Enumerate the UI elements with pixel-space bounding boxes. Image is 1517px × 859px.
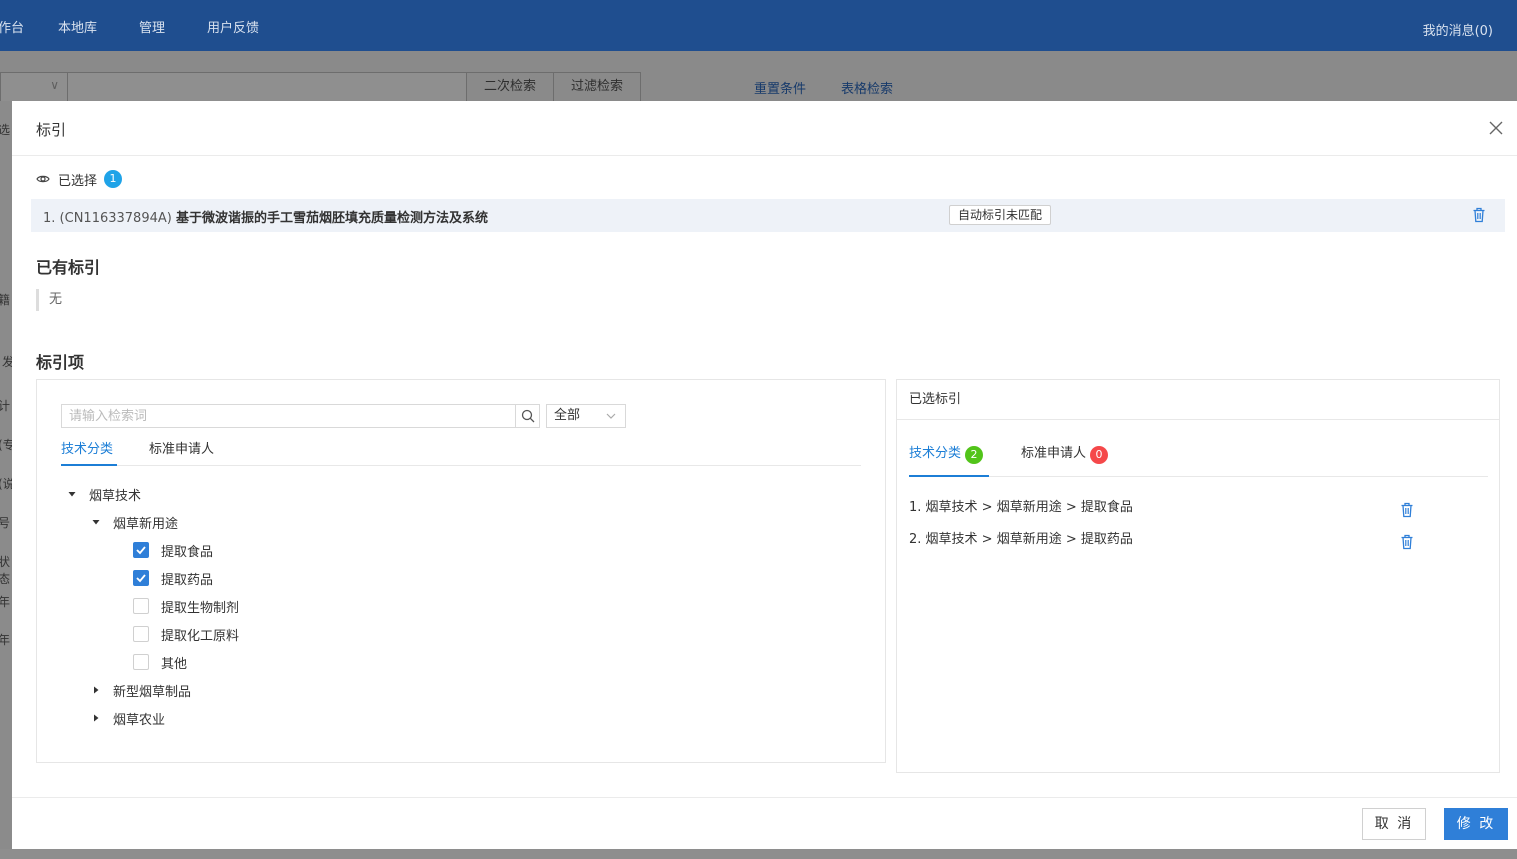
tree-node-label: 烟草新用途 [113, 516, 179, 532]
background-left-text: (说 [0, 477, 12, 491]
leaf-checkbox[interactable] [133, 654, 149, 670]
tab-label: 技术分类 [909, 446, 962, 461]
existing-index-value: 无 [36, 289, 62, 311]
auto-index-status-tag: 自动标引未匹配 [949, 205, 1052, 225]
modal-title: 标引 [36, 121, 67, 139]
tree-node-collapsed: 烟草农业 [91, 708, 165, 728]
trash-icon[interactable] [1472, 207, 1486, 223]
index-selector-panel: 全部 技术分类 标准申请人 烟草技术 烟草新用途 提取食品 提取药品 提取 [36, 379, 886, 763]
check-icon [136, 574, 146, 583]
selected-patent-title: 基于微波谐振的手工雪茄烟胚填充质量检测方法及系统 [175, 211, 488, 226]
count-badge: 2 [965, 446, 984, 464]
background-left-text: 年 [0, 595, 11, 609]
modify-button[interactable]: 修 改 [1444, 808, 1508, 840]
caret-down-icon[interactable] [67, 489, 77, 499]
close-icon[interactable] [1487, 119, 1505, 137]
selected-label: 已选择 [58, 173, 98, 189]
background-left-text: 计 [0, 399, 11, 413]
tab-standard-applicant[interactable]: 标准申请人 [149, 438, 214, 466]
leaf-checkbox[interactable] [133, 626, 149, 642]
tree-node-label: 烟草技术 [89, 488, 142, 504]
tab-tech-classification[interactable]: 技术分类 [61, 438, 117, 466]
selected-index-title: 已选标引 [897, 380, 1499, 420]
leaf-checkbox[interactable] [133, 598, 149, 614]
scope-select-value: 全部 [554, 408, 581, 423]
search-button[interactable] [515, 405, 539, 427]
modal-header: 标引 [12, 101, 1517, 156]
caret-down-icon[interactable] [91, 517, 101, 527]
search-input[interactable] [62, 405, 517, 427]
nav-item-management[interactable]: 管理 [139, 17, 165, 36]
background-left-text: (专 [0, 438, 12, 452]
tree-leaf: 提取生物制剂 [133, 596, 239, 616]
selected-count-badge: 1 [104, 170, 123, 188]
tab-selected-standard-applicant[interactable]: 标准申请人 0 [1021, 442, 1109, 477]
selected-patent-row: 1. (CN116337894A) 基于微波谐振的手工雪茄烟胚填充质量检测方法及… [31, 199, 1505, 232]
search-box [61, 404, 540, 428]
my-messages-link[interactable]: 我的消息(0) [1423, 20, 1493, 39]
background-select[interactable]: ∨ [0, 72, 68, 102]
tree-node-label: 新型烟草制品 [113, 684, 192, 700]
background-left-text: 年 [0, 633, 11, 647]
selected-index-panel: 已选标引 技术分类 2 标准申请人 0 1. 烟草技术 > 烟草新用途 > 提取… [896, 379, 1500, 773]
scope-select[interactable]: 全部 [546, 404, 626, 428]
nav-item-workbench[interactable]: 作台 [0, 17, 24, 36]
classification-tabs: 技术分类 标准申请人 [61, 438, 861, 466]
background-left-text: 籍 [0, 293, 11, 307]
count-badge: 0 [1090, 446, 1109, 464]
selected-patent-index: 1. [43, 211, 56, 226]
selected-patent-number: (CN116337894A) [59, 211, 172, 226]
background-left-text: 状态 [0, 555, 11, 586]
tree-node-root: 烟草技术 [67, 484, 141, 504]
background-left-text: 发 [2, 355, 12, 369]
background-left-column: 选 籍 发 计 (专 (说 号 状态 年 年 [0, 101, 12, 859]
tree-node-collapsed: 新型烟草制品 [91, 680, 191, 700]
chevron-down-icon [606, 413, 616, 419]
selected-summary: 已选择 1 [36, 169, 123, 189]
tab-selected-tech-classification[interactable]: 技术分类 2 [909, 442, 989, 477]
eye-icon [36, 175, 50, 183]
cancel-button[interactable]: 取 消 [1362, 808, 1426, 840]
tree-leaf: 提取化工原料 [133, 624, 239, 644]
selected-patent-text: 1. (CN116337894A) 基于微波谐振的手工雪茄烟胚填充质量检测方法及… [43, 207, 488, 226]
tree-leaf: 提取食品 [133, 540, 213, 560]
trash-icon[interactable] [1400, 502, 1414, 518]
background-bottom [0, 849, 1517, 859]
tree-node-label: 烟草农业 [113, 712, 166, 728]
selected-index-item: 2. 烟草技术 > 烟草新用途 > 提取药品 [909, 532, 1133, 547]
caret-right-icon[interactable] [91, 713, 101, 723]
tab-label: 标准申请人 [1021, 446, 1087, 461]
tree-leaf-label: 其他 [161, 656, 188, 672]
reset-conditions-link[interactable]: 重置条件 [754, 78, 806, 97]
check-icon [136, 546, 146, 555]
tree-leaf-label: 提取化工原料 [161, 628, 240, 644]
selected-index-tabs: 技术分类 2 标准申请人 0 [909, 442, 1488, 477]
nav-item-local-library[interactable]: 本地库 [58, 17, 97, 36]
background-left-text: 选 [0, 123, 11, 137]
tree-leaf-label: 提取生物制剂 [161, 600, 240, 616]
index-items-title: 标引项 [36, 353, 85, 372]
tree-leaf-label: 提取药品 [161, 572, 214, 588]
secondary-search-button[interactable]: 二次检索 [466, 72, 554, 102]
index-modal: 标引 已选择 1 1. (CN116337894A) 基于微波谐振的手工雪茄烟胚… [12, 101, 1517, 849]
filter-search-button[interactable]: 过滤检索 [553, 72, 641, 102]
leaf-checkbox[interactable] [133, 542, 149, 558]
chevron-down-icon: ∨ [50, 78, 59, 92]
search-icon [521, 409, 535, 423]
background-search-input[interactable] [67, 72, 467, 102]
tree-leaf: 其他 [133, 652, 187, 672]
tree-leaf-label: 提取食品 [161, 544, 214, 560]
modal-footer: 取 消 修 改 [12, 797, 1517, 849]
tree-node-child: 烟草新用途 [91, 512, 178, 532]
trash-icon[interactable] [1400, 534, 1414, 550]
leaf-checkbox[interactable] [133, 570, 149, 586]
tree-leaf: 提取药品 [133, 568, 213, 588]
top-navigation: 作台 本地库 管理 用户反馈 我的消息(0) [0, 0, 1517, 51]
nav-item-feedback[interactable]: 用户反馈 [207, 17, 259, 36]
existing-index-title: 已有标引 [36, 258, 101, 277]
background-left-text: 号 [0, 516, 11, 530]
table-search-link[interactable]: 表格检索 [841, 78, 893, 97]
selected-index-item: 1. 烟草技术 > 烟草新用途 > 提取食品 [909, 500, 1133, 515]
caret-right-icon[interactable] [91, 685, 101, 695]
